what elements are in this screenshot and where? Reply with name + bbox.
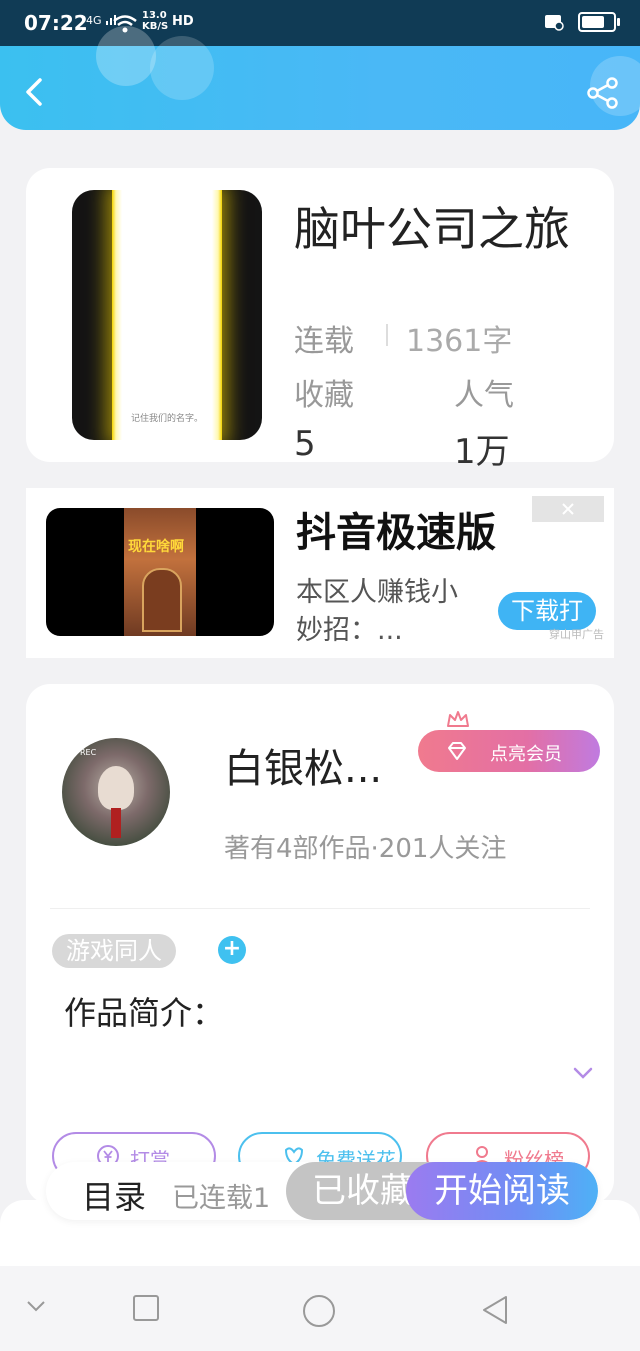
- author-avatar[interactable]: REC: [62, 738, 170, 846]
- diamond-icon: [448, 742, 466, 760]
- network-type: 4G: [86, 14, 102, 27]
- ad-description: 本区人赚钱小妙招：...: [296, 577, 458, 646]
- notification-icon: [545, 15, 564, 31]
- favorites-label: 收藏: [294, 378, 354, 413]
- avatar-rec-label: REC: [80, 748, 97, 757]
- share-button[interactable]: [586, 76, 620, 110]
- vip-label: 点亮会员: [490, 744, 562, 765]
- triangle-back-icon[interactable]: [480, 1294, 510, 1326]
- book-info-card: 记住我们的名字。 脑叶公司之旅 连载 1361字 收藏 人气 5 1万: [26, 168, 614, 472]
- word-count: 1361字: [406, 324, 513, 359]
- ad-close-button[interactable]: [532, 496, 604, 522]
- close-icon: [562, 503, 574, 515]
- chevron-down-icon[interactable]: [572, 1062, 594, 1084]
- popularity-label: 人气: [454, 378, 514, 413]
- add-tag-button[interactable]: +: [218, 936, 246, 964]
- author-name[interactable]: 白银松...: [224, 736, 382, 794]
- status-bar: 07:22 4G 13.0 KB/S HD: [0, 0, 640, 46]
- battery-icon: [578, 12, 620, 32]
- book-cover[interactable]: 记住我们的名字。: [72, 190, 262, 440]
- ad-source-tag: 穿山甲广告: [549, 628, 604, 641]
- system-nav-bar: [0, 1266, 640, 1351]
- hd-indicator: HD: [172, 14, 194, 29]
- vip-button[interactable]: 点亮会员: [418, 730, 600, 772]
- door-icon: [142, 568, 182, 632]
- circle-icon[interactable]: [302, 1294, 336, 1328]
- stat-divider: [386, 324, 388, 346]
- cover-light-beam: [112, 190, 222, 440]
- crown-icon: [447, 711, 469, 727]
- cover-caption: 记住我们的名字。: [130, 414, 203, 424]
- square-icon[interactable]: [132, 1294, 160, 1322]
- author-card: REC 白银松... 点亮会员 著有4部作品·201人关注 游戏同人 + 作品简…: [26, 684, 614, 1204]
- popularity-value: 1万: [454, 432, 510, 472]
- intro-label: 作品简介：: [64, 994, 225, 1032]
- speed-unit: KB/S: [142, 21, 169, 32]
- ad-thumbnail[interactable]: 现在啥啊: [46, 508, 274, 636]
- ad-banner[interactable]: 现在啥啊 抖音极速版 本区人赚钱小妙招：... 下载打 穿山甲广告: [26, 488, 614, 658]
- genre-tag[interactable]: 游戏同人: [52, 934, 176, 968]
- start-reading-button[interactable]: 开始阅读: [406, 1162, 598, 1220]
- ad-title: 抖音极速版: [296, 510, 496, 556]
- bottom-action-bar: 目录 已连载1 已收藏 开始阅读: [46, 1162, 598, 1220]
- serial-status: 已连载1: [172, 1183, 271, 1214]
- network-speed: 13.0 KB/S: [142, 10, 168, 32]
- avatar-face: [98, 766, 134, 810]
- status-label: 连载: [294, 324, 354, 359]
- status-time: 07:22: [24, 11, 88, 35]
- divider: [50, 908, 590, 909]
- favorites-value: 5: [294, 424, 316, 464]
- ad-thumb-title: 现在啥啊: [128, 539, 184, 555]
- book-title: 脑叶公司之旅: [294, 202, 570, 256]
- back-button[interactable]: [18, 74, 54, 110]
- status-right: [544, 12, 620, 32]
- speed-value: 13.0: [142, 10, 167, 21]
- decor-bubble: [150, 36, 214, 100]
- avatar-tie: [111, 808, 121, 838]
- chevron-down-icon[interactable]: [24, 1294, 48, 1318]
- decor-bubble: [96, 26, 156, 86]
- toc-button[interactable]: 目录: [82, 1172, 146, 1218]
- ad-download-button[interactable]: 下载打: [498, 592, 596, 630]
- app-header: [0, 26, 640, 130]
- author-stats: 著有4部作品·201人关注: [224, 834, 507, 864]
